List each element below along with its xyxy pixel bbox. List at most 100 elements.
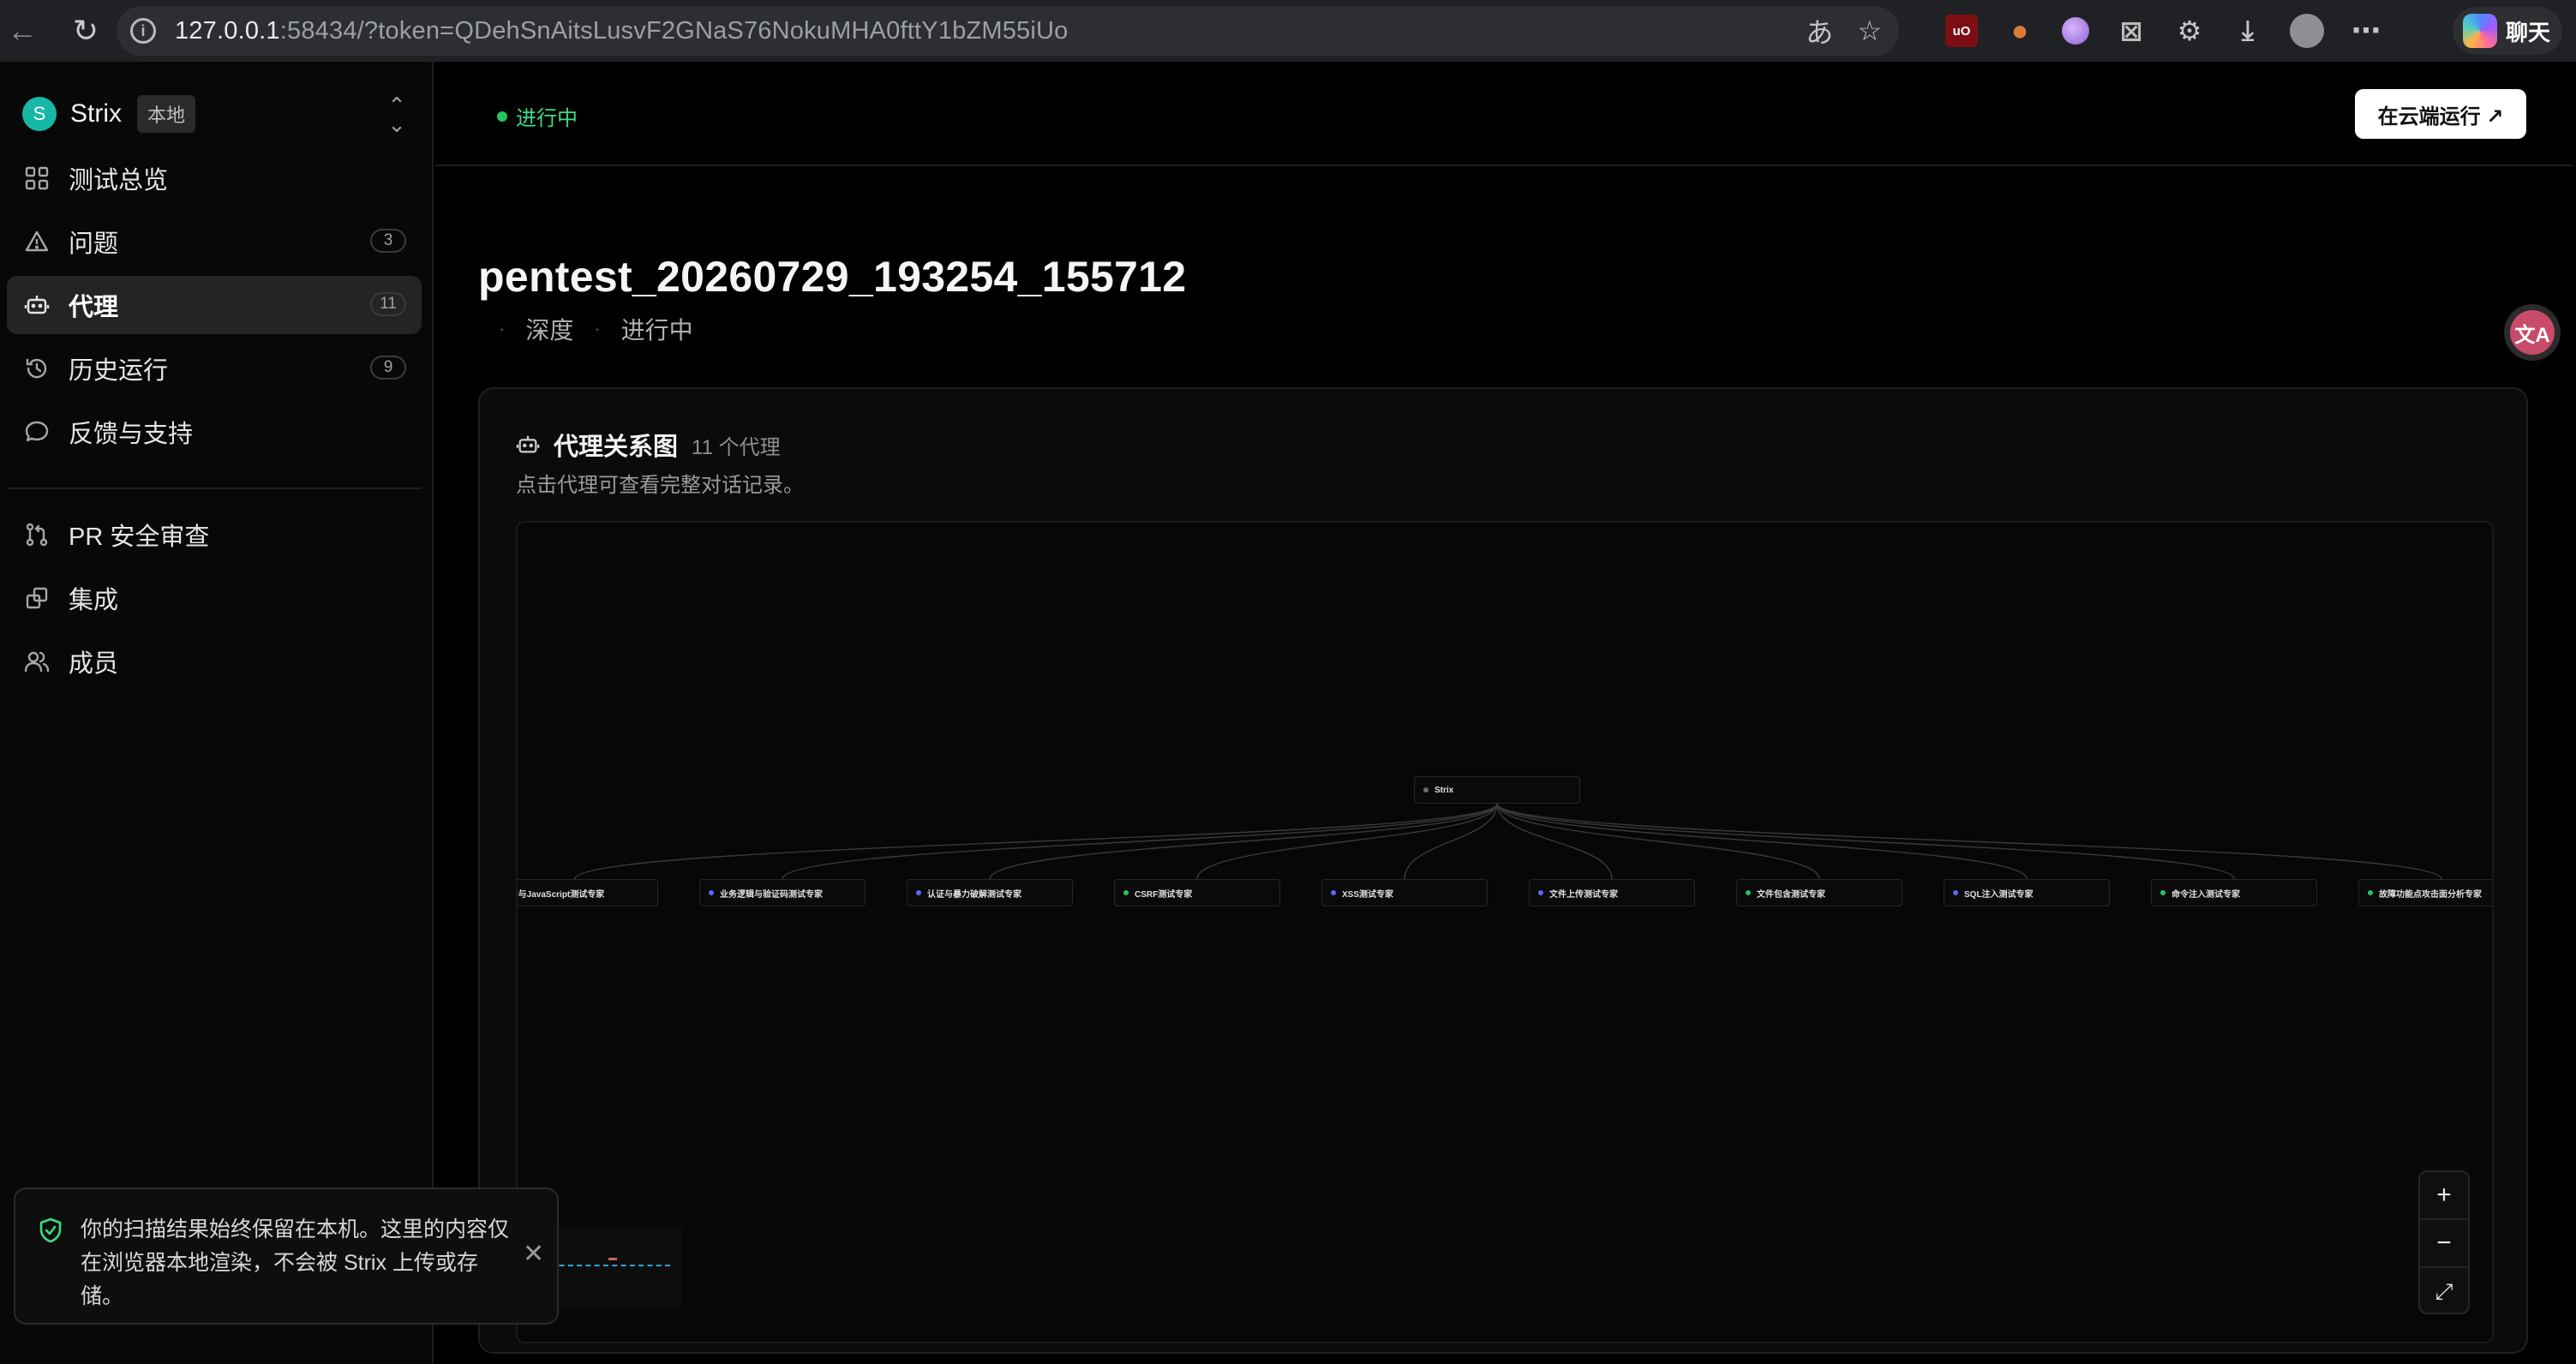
graph-edges xyxy=(574,803,2442,880)
sidebar-item-feedback[interactable]: 反馈与支持 xyxy=(7,403,422,461)
sidebar-item-issues[interactable]: 问题 3 xyxy=(7,212,422,271)
sidebar-item-label: 代理 xyxy=(69,294,119,321)
node-label: P与JavaScript测试专家 xyxy=(516,889,605,900)
node-label: SQL注入测试专家 xyxy=(1964,889,2034,900)
history-count-badge: 9 xyxy=(370,356,406,380)
reload-icon[interactable]: ↻ xyxy=(63,9,108,53)
sidebar-item-label: 历史运行 xyxy=(69,357,169,385)
address-bar[interactable]: i 127.0.0.1:58434/?token=QDehSnAitsLusvF… xyxy=(117,6,1899,56)
node-status-dot xyxy=(709,890,714,895)
node-label: XSS测试专家 xyxy=(1342,889,1394,900)
graph-node-agent[interactable]: 业务逻辑与验证码测试专家 xyxy=(699,879,866,906)
node-status-dot xyxy=(2368,890,2373,895)
workspace-switcher[interactable]: S Strix 本地 xyxy=(22,94,196,134)
node-status-dot xyxy=(2160,890,2166,895)
zoom-controls: + − ⤢ xyxy=(2418,1170,2470,1314)
zoom-out-button[interactable]: − xyxy=(2420,1220,2468,1268)
meta-depth: 深度 xyxy=(525,317,574,344)
graph-edge xyxy=(574,803,1498,880)
sidebar-item-label: 反馈与支持 xyxy=(69,421,194,448)
graph-node-agent[interactable]: P与JavaScript测试专家 xyxy=(516,879,658,906)
issues-count-badge: 3 xyxy=(370,229,406,253)
graph-node-agent[interactable]: 文件包含测试专家 xyxy=(1736,879,1902,906)
extensions-puzzle-icon[interactable]: ⚙ xyxy=(2173,15,2206,47)
node-label: 认证与暴力破解测试专家 xyxy=(927,889,1021,900)
more-menu-icon[interactable]: ⋯ xyxy=(2350,15,2382,47)
agent-count: 11 个代理 xyxy=(692,435,781,459)
back-arrow-icon[interactable]: ← xyxy=(0,9,45,53)
robot-icon xyxy=(22,290,51,320)
shield-check-icon xyxy=(39,1217,62,1243)
top-bar: 进行中 在云端运行 ↗ xyxy=(435,62,2573,166)
translate-icon: 文A xyxy=(2510,310,2555,355)
bookmark-star-icon[interactable]: ☆ xyxy=(1857,15,1882,47)
ublock-origin-icon[interactable]: uO xyxy=(1945,15,1978,47)
graph-edge xyxy=(782,803,1498,880)
node-label: 文件上传测试专家 xyxy=(1549,889,1618,900)
profile-avatar[interactable] xyxy=(2290,14,2324,48)
graph-node-root[interactable]: Strix xyxy=(1414,776,1580,804)
page-title: pentest_20260729_193254_155712 xyxy=(478,253,1187,301)
sidebar-item-pr-review[interactable]: PR 安全审查 xyxy=(7,506,422,564)
cookie-icon[interactable]: ● xyxy=(2004,15,2036,47)
download-icon[interactable]: ⤓ xyxy=(2232,15,2264,47)
zoom-in-button[interactable]: + xyxy=(2420,1172,2468,1220)
sidebar-item-overview[interactable]: 测试总览 xyxy=(7,149,422,207)
node-label: 故障功能点攻击面分析专家 xyxy=(2379,889,2482,900)
graph-edge xyxy=(1496,803,1820,880)
node-label: 文件包含测试专家 xyxy=(1757,889,1825,900)
chat-label: 聊天 xyxy=(2506,19,2551,45)
fit-view-button[interactable]: ⤢ xyxy=(2420,1268,2468,1316)
sidebar-item-label: 问题 xyxy=(69,230,119,258)
sidebar-item-agents[interactable]: 代理 11 xyxy=(7,276,422,334)
graph-node-agent[interactable]: 文件上传测试专家 xyxy=(1529,879,1695,906)
url-text[interactable]: 127.0.0.1:58434/?token=QDehSnAitsLusvF2G… xyxy=(175,17,1069,45)
sidebar-nav-secondary: PR 安全审查 集成 成员 xyxy=(7,506,422,696)
sidebar-item-label: PR 安全审查 xyxy=(69,523,210,551)
sidebar-nav-primary: 测试总览 问题 3 代理 11 历史运行 9 反馈与支持 xyxy=(7,149,422,466)
node-status-dot xyxy=(1423,787,1429,793)
node-status-dot xyxy=(1538,890,1543,895)
graph-node-agent[interactable]: XSS测试专家 xyxy=(1321,879,1488,906)
sidebar-item-integrations[interactable]: 集成 xyxy=(7,569,422,627)
toast-message: 你的扫描结果始终保留在本机。这里的内容仅在浏览器本地渲染，不会被 Strix 上… xyxy=(81,1217,510,1308)
env-badge: 本地 xyxy=(137,95,196,133)
robot-icon xyxy=(516,435,540,453)
sidebar-divider xyxy=(7,488,422,489)
translate-page-icon[interactable]: あ xyxy=(1806,11,1833,51)
warning-icon xyxy=(22,227,51,256)
meta-status: 进行中 xyxy=(620,317,693,344)
brand-name: Strix xyxy=(70,99,122,128)
chevron-updown-icon[interactable]: ⌃ ⌄ xyxy=(386,94,408,135)
meta-separator: · xyxy=(499,318,506,339)
purple-circle-icon[interactable] xyxy=(2062,17,2089,45)
translate-floating-button[interactable]: 文A xyxy=(2504,304,2561,361)
node-status-dot xyxy=(1953,890,1958,895)
graph-edge xyxy=(1496,803,2028,880)
agent-graph-canvas[interactable]: Strix P与JavaScript测试专家 业务逻辑与验证码测试专家 认证与暴力破… xyxy=(516,521,2494,1343)
privacy-toast: 你的扫描结果始终保留在本机。这里的内容仅在浏览器本地渲染，不会被 Strix 上… xyxy=(14,1188,559,1325)
node-status-dot xyxy=(916,890,921,895)
node-status-dot xyxy=(1746,890,1751,895)
minimap-nodes xyxy=(542,1265,670,1266)
site-info-icon[interactable]: i xyxy=(130,18,156,44)
graph-node-agent[interactable]: 故障功能点攻击面分析专家 xyxy=(2358,879,2492,906)
x-extension-icon[interactable]: ⊠ xyxy=(2115,15,2148,47)
sidebar-item-label: 成员 xyxy=(69,650,119,678)
graph-node-agent[interactable]: 命令注入测试专家 xyxy=(2151,879,2317,906)
sidebar-item-label: 集成 xyxy=(69,587,119,614)
graph-edge xyxy=(1404,803,1498,880)
sidebar-item-members[interactable]: 成员 xyxy=(7,632,422,691)
run-in-cloud-button[interactable]: 在云端运行 ↗ xyxy=(2355,89,2526,139)
chat-bubble-icon xyxy=(22,417,51,446)
graph-node-agent[interactable]: SQL注入测试专家 xyxy=(1944,879,2110,906)
graph-node-agent[interactable]: 认证与暴力破解测试专家 xyxy=(907,879,1073,906)
chat-button[interactable]: 聊天 xyxy=(2453,7,2562,55)
sidebar-item-history[interactable]: 历史运行 9 xyxy=(7,339,422,398)
status-dot-icon xyxy=(497,111,507,122)
graph-node-agent[interactable]: CSRF测试专家 xyxy=(1114,879,1280,906)
graph-edge xyxy=(1496,803,2442,880)
agent-graph-card: 代理关系图 11 个代理 点击代理可查看完整对话记录。 Strix P与Java… xyxy=(478,387,2528,1354)
close-icon[interactable]: ✕ xyxy=(523,1239,544,1269)
members-icon xyxy=(22,647,51,676)
